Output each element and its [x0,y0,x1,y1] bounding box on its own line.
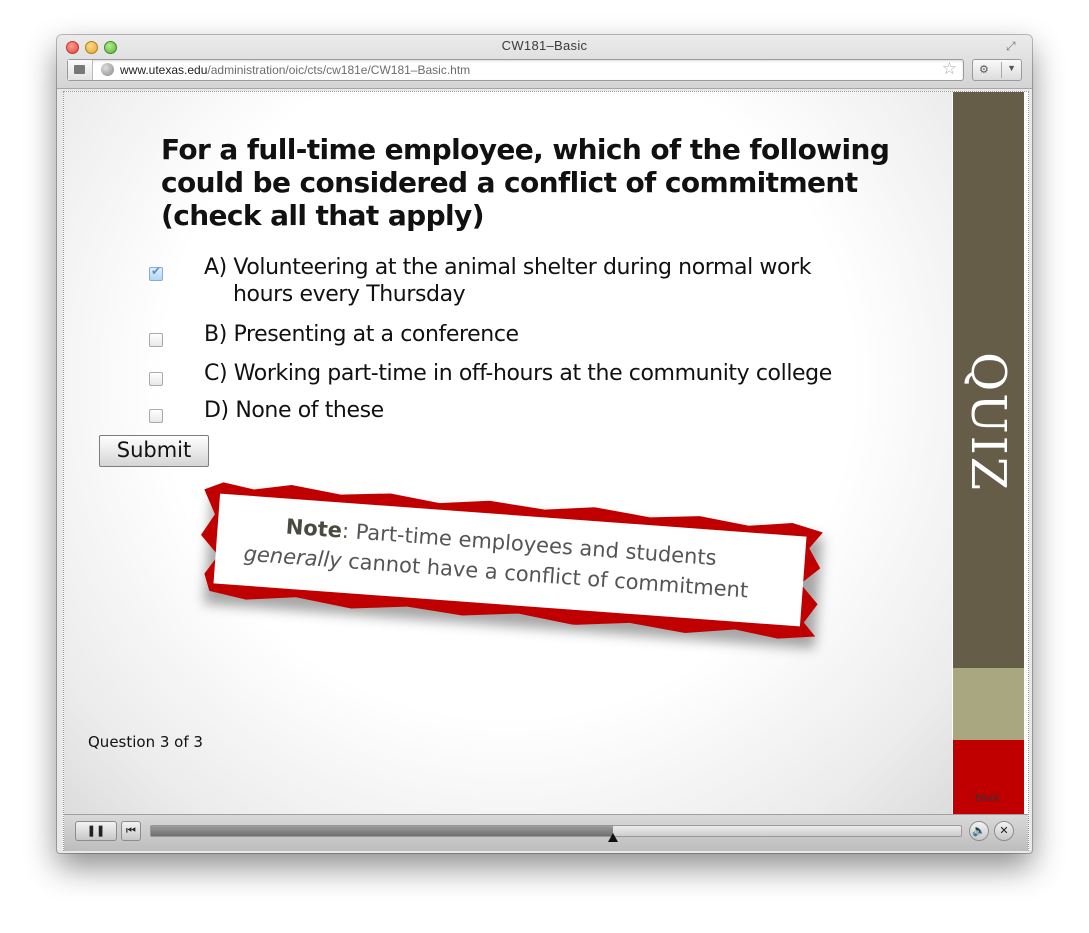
extension-icon: ⚙ [979,64,989,76]
option-b-label: B) Presenting at a conference [204,322,519,347]
seek-progress [151,826,613,836]
close-player-button[interactable]: ✕ [994,821,1014,841]
title-bar: CW181–Basic ⤢ www.utexas.edu/administrat… [57,35,1032,89]
submit-button[interactable]: Submit [99,435,209,467]
address-bar[interactable]: www.utexas.edu/administration/oic/cts/cw… [67,59,964,81]
option-d-label: D) None of these [204,398,384,423]
browser-window: CW181–Basic ⤢ www.utexas.edu/administrat… [57,35,1032,853]
question-text: For a full-time employee, which of the f… [161,133,890,232]
note-bold: Note [284,514,343,543]
question-counter: Question 3 of 3 [88,733,203,751]
option-a-line2: hours every Thursday [233,282,466,307]
option-d-checkbox[interactable] [149,409,163,423]
option-b-checkbox[interactable] [149,333,163,347]
url-path: /administration/oic/cts/cw181e/CW181–Bas… [207,63,471,77]
bookmark-star-icon[interactable]: ☆ [942,59,957,79]
quiz-slide: For a full-time employee, which of the f… [64,92,952,814]
globe-icon [101,63,114,76]
block-tag: Block [975,793,1000,804]
option-c-checkbox[interactable] [149,372,163,386]
option-a-line1: A) Volunteering at the animal shelter du… [204,255,812,280]
note-callout: Note: Part-time employees and students g… [196,477,823,649]
rail-band-tan [953,668,1024,740]
pause-button[interactable]: ❚❚ [75,821,117,841]
option-a-checkbox[interactable] [149,264,163,281]
note-italic: generally [242,541,343,573]
seek-handle[interactable] [607,833,618,842]
sidebar-icon [74,65,85,74]
player-controls: ❚❚ ⏮ 🔈 ✕ [64,814,1028,851]
extensions-divider [1001,62,1002,78]
url-text[interactable]: www.utexas.edu/administration/oic/cts/cw… [120,63,470,77]
side-rail: QUIZ [953,92,1024,814]
pause-icon: ❚❚ [86,825,106,837]
volume-button[interactable]: 🔈 [969,821,989,841]
quiz-label: QUIZ [960,351,1016,493]
close-icon: ✕ [999,825,1009,837]
page-content: For a full-time employee, which of the f… [63,91,1029,851]
window-title: CW181–Basic [501,38,588,53]
chevron-down-icon: ▼ [1007,63,1016,73]
fullscreen-icon[interactable]: ⤢ [1006,39,1020,53]
volume-icon: 🔈 [972,825,986,837]
reading-list-button[interactable] [68,60,93,80]
option-c-label: C) Working part-time in off-hours at the… [204,361,832,386]
seek-bar[interactable] [150,825,962,842]
option-a-label: A) Volunteering at the animal shelter du… [204,254,811,308]
url-domain: www.utexas.edu [120,63,208,77]
rewind-icon: ⏮ [126,825,136,837]
rewind-button[interactable]: ⏮ [121,821,141,841]
extensions-button[interactable]: ⚙ ▼ [972,59,1022,81]
